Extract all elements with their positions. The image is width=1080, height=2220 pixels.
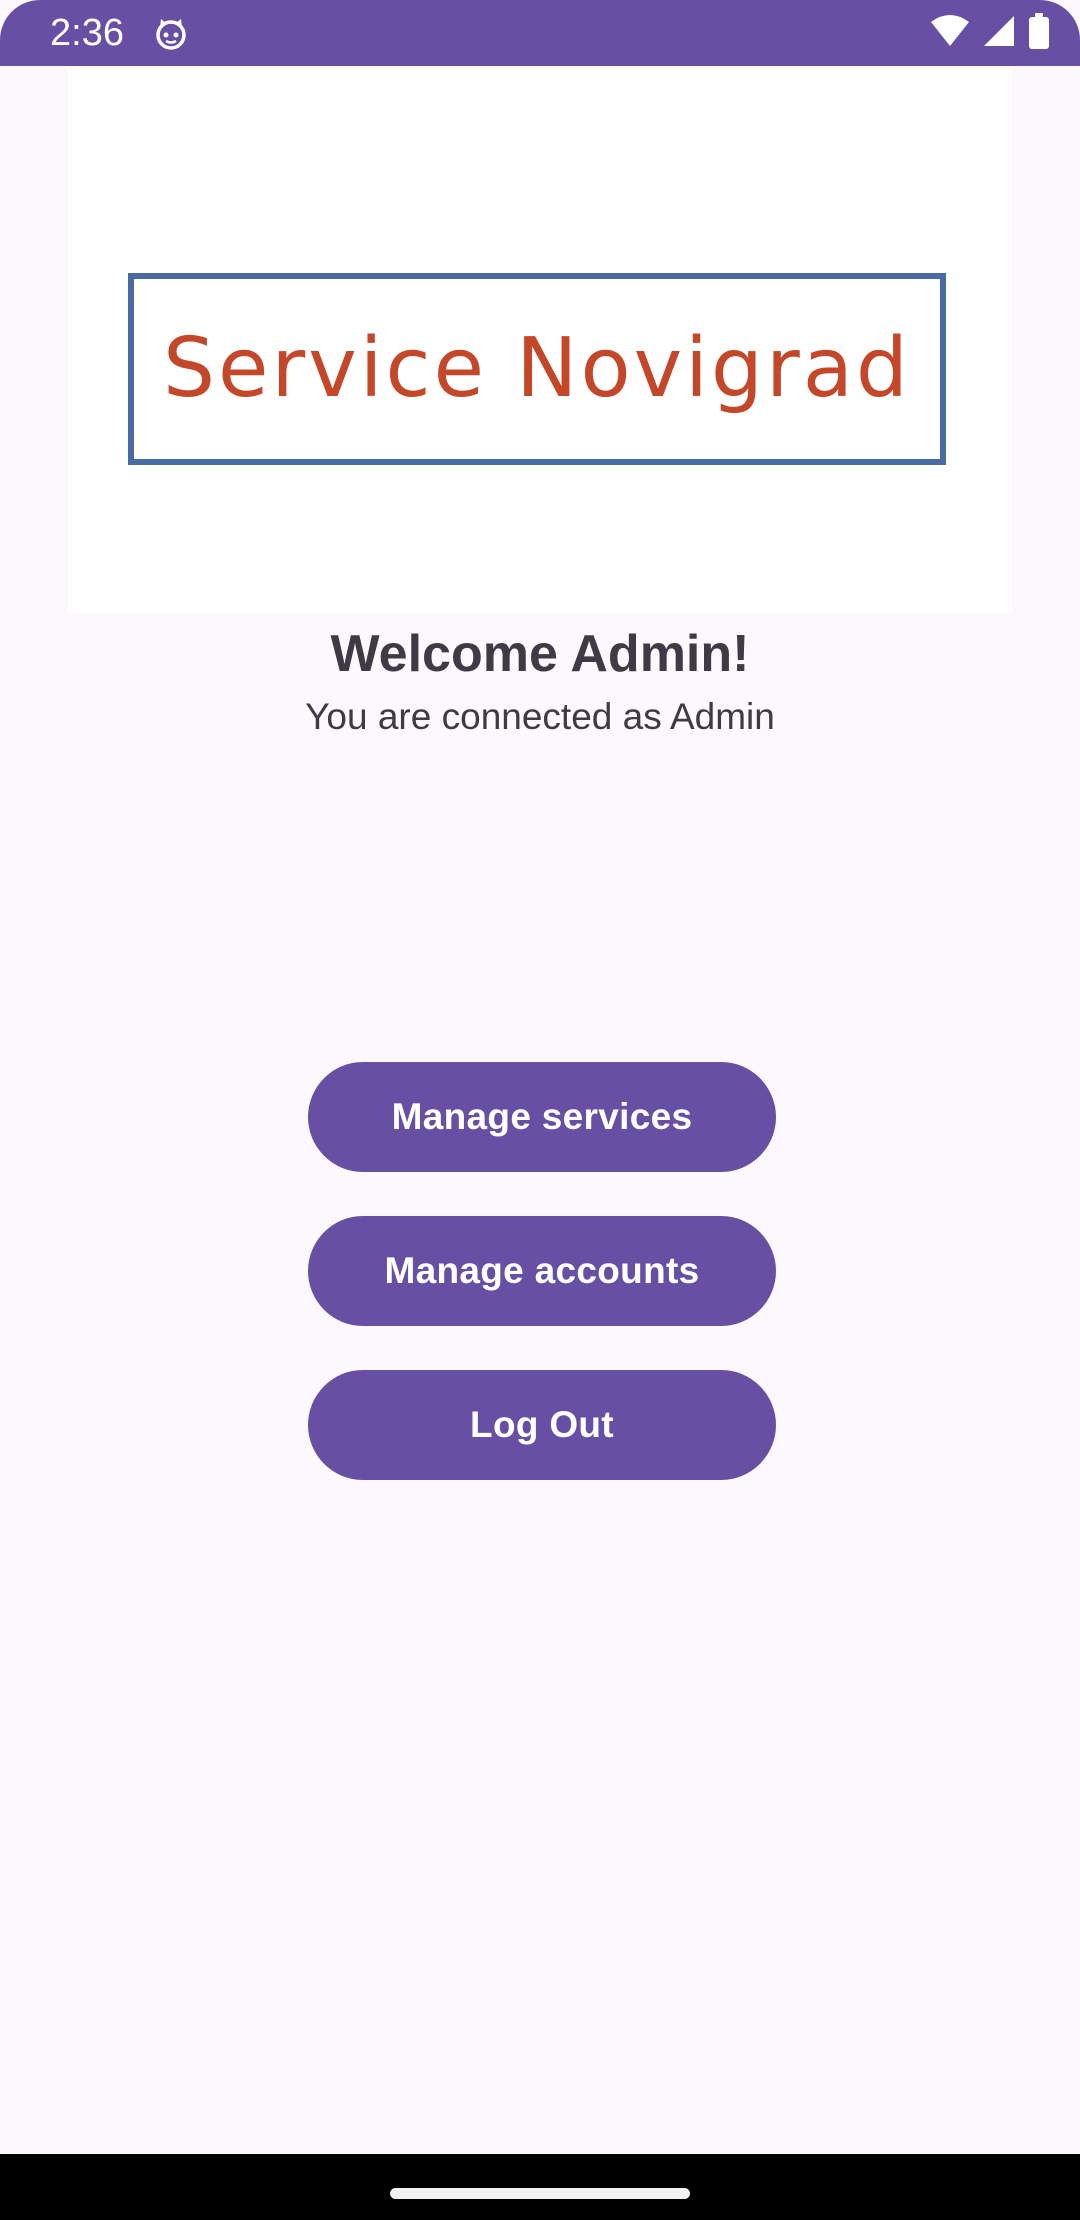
status-bar: 2:36	[0, 0, 1080, 66]
logo-frame: Service Novigrad	[128, 273, 946, 465]
status-icons	[930, 12, 1050, 54]
app-screen: 2:36 Service Novigrad Welcome Admin! You…	[0, 0, 1080, 2220]
manage-accounts-button[interactable]: Manage accounts	[308, 1216, 776, 1326]
welcome-subtitle: You are connected as Admin	[305, 696, 775, 737]
welcome-title: Welcome Admin!	[330, 625, 750, 683]
home-gesture-handle[interactable]	[390, 2188, 690, 2199]
manage-services-button[interactable]: Manage services	[308, 1062, 776, 1172]
signal-icon	[982, 14, 1016, 53]
wifi-icon	[930, 14, 970, 53]
logo-image: Service Novigrad	[68, 66, 1012, 614]
log-out-button[interactable]: Log Out	[308, 1370, 776, 1480]
status-time: 2:36	[50, 12, 124, 54]
cat-icon	[154, 16, 188, 50]
battery-icon	[1028, 12, 1050, 54]
logo-text: Service Novigrad	[162, 321, 911, 416]
navigation-bar	[0, 2154, 1080, 2220]
